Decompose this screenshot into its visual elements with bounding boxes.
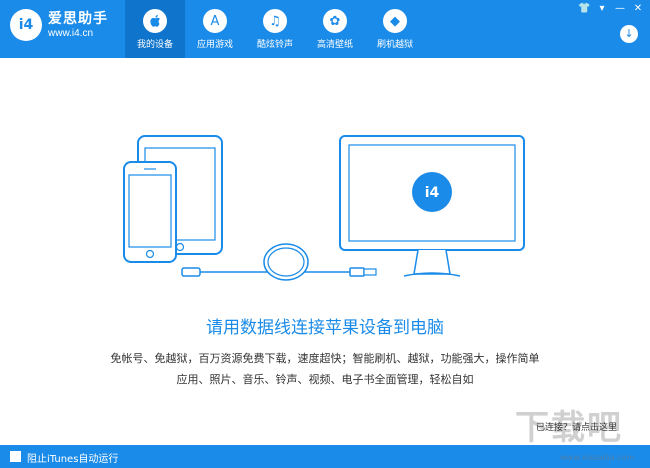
minimize-icon[interactable]: —	[614, 3, 626, 15]
skin-icon[interactable]: 👕	[578, 3, 590, 15]
tab-apps-games[interactable]: A 应用游戏	[185, 0, 245, 58]
app-store-icon: A	[203, 9, 227, 33]
tab-apps-games-label: 应用游戏	[196, 40, 233, 50]
iphone-icon	[123, 161, 177, 263]
apple-icon	[143, 9, 167, 33]
tab-wallpapers-label: 高清壁纸	[316, 40, 353, 50]
tab-my-device[interactable]: 我的设备	[125, 0, 185, 58]
window-controls: 👕 ▾ — ✕	[578, 3, 644, 15]
tab-flash-jailbreak-label: 刷机越狱	[376, 40, 413, 50]
menu-icon[interactable]: ▾	[596, 3, 608, 15]
tab-ringtones[interactable]: ♫ 酷炫铃声	[245, 0, 305, 58]
title-bar: i4 爱思助手 www.i4.cn 我的设备 A 应用游戏 ♫ 酷炫铃声 ✿ 高…	[0, 0, 650, 58]
close-icon[interactable]: ✕	[632, 3, 644, 15]
connection-illustration: i4	[123, 135, 525, 281]
wallpaper-icon: ✿	[323, 9, 347, 33]
tab-my-device-label: 我的设备	[136, 40, 173, 50]
feature-description-line1: 免帐号、免越狱，百万资源免费下载，速度超快；智能刷机、越狱，功能强大，操作简单	[110, 352, 540, 365]
watermark-url: www.xiazaiba.com	[560, 453, 635, 462]
tab-ringtones-label: 酷炫铃声	[256, 40, 293, 50]
tab-flash-jailbreak[interactable]: ◆ 刷机越狱	[365, 0, 425, 58]
music-note-icon: ♫	[263, 9, 287, 33]
block-itunes-checkbox[interactable]	[10, 451, 21, 462]
app-name: 爱思助手	[48, 10, 108, 27]
dropbox-icon: ◆	[383, 9, 407, 33]
i4-logo-icon: i4	[10, 9, 42, 41]
block-itunes-label: 阻止iTunes自动运行	[27, 454, 119, 465]
download-icon[interactable]: ↓	[620, 25, 638, 43]
app-logo: i4 爱思助手 www.i4.cn	[10, 9, 108, 41]
status-bar: 阻止iTunes自动运行	[0, 445, 650, 468]
connection-help-link[interactable]: 已连接？请点击这里	[536, 420, 617, 433]
app-url: www.i4.cn	[48, 27, 94, 39]
svg-text:i4: i4	[425, 185, 440, 201]
main-nav: 我的设备 A 应用游戏 ♫ 酷炫铃声 ✿ 高清壁纸 ◆ 刷机越狱	[125, 0, 425, 58]
tab-wallpapers[interactable]: ✿ 高清壁纸	[305, 0, 365, 58]
connect-headline: 请用数据线连接苹果设备到电脑	[206, 318, 444, 338]
app-brand: 爱思助手 www.i4.cn	[48, 11, 108, 40]
feature-description-line2: 应用、照片、音乐、铃声、视频、电子书全面管理，轻松自如	[176, 373, 474, 386]
monitor-icon: i4	[339, 135, 525, 277]
